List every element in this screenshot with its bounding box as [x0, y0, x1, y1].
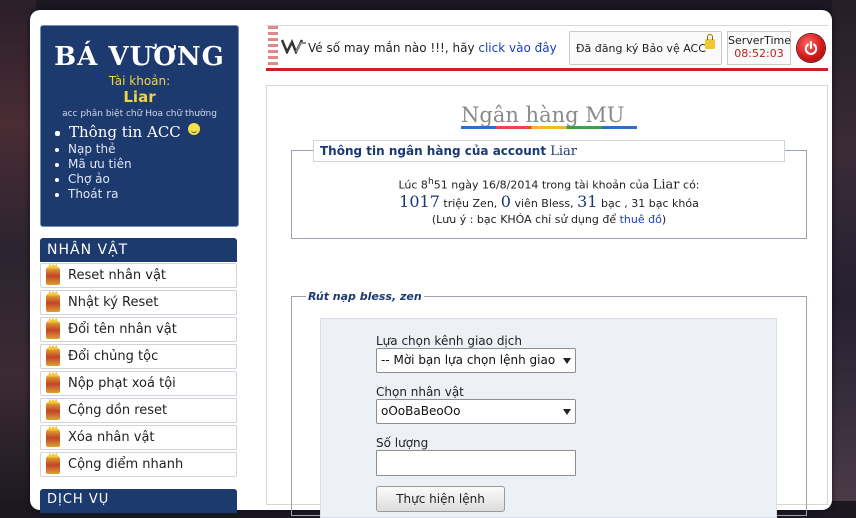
zen-value: 1017 — [399, 192, 440, 211]
bank-note-suffix: ) — [661, 213, 667, 226]
amount-label: Số lượng — [376, 436, 429, 450]
menu-item-quick-points[interactable]: Cộng điểm nhanh — [40, 452, 237, 477]
brand-title: BÁ VƯƠNG — [54, 42, 225, 72]
account-caption: Tài khoản: — [108, 74, 171, 88]
menu-item-reset[interactable]: Reset nhân vật — [40, 263, 237, 288]
king-icon — [46, 293, 60, 312]
lottery-text: Vé số may mắn nào !!!, hãy — [308, 41, 475, 55]
menu-item-label: Cộng dồn reset — [68, 403, 168, 418]
king-icon — [46, 455, 60, 474]
timestamp-suffix: có: — [683, 178, 700, 192]
channel-select[interactable]: -- Mời bạn lựa chọn lệnh giao — [376, 348, 576, 373]
channel-label: Lựa chọn kênh giao dịch — [376, 334, 522, 348]
bank-info-legend-text: Thông tin ngân hàng của account — [320, 144, 547, 158]
dropdown-arrow-icon — [563, 409, 571, 415]
account-panel: BÁ VƯƠNG Tài khoản: Liar acc phân biệt c… — [40, 25, 239, 227]
menu-item-pay-fine[interactable]: Nộp phạt xoá tội — [40, 371, 237, 396]
character-menu: Reset nhân vật Nhật ký Reset Đổi tên nhâ… — [40, 263, 237, 479]
amount-input[interactable] — [376, 450, 576, 476]
king-icon — [46, 401, 60, 420]
bullet-icon — [55, 130, 60, 136]
timestamp-rest: 51 ngày 16/8/2014 trong tài khoản của — [433, 178, 650, 192]
account-menu-topup-label: Nạp thẻ — [68, 142, 116, 156]
bank-balances: 1017 triệu Zen, 0 viên Bless, 31 bạc , 3… — [291, 192, 807, 211]
lottery-link[interactable]: click vào đây — [478, 41, 556, 55]
account-protection-badge[interactable]: Đã đăng ký Bảo vệ ACC — [569, 31, 722, 65]
bullet-icon — [55, 192, 59, 197]
server-time-value: 08:52:03 — [734, 47, 784, 60]
locked-silver: 31 bạc khóa — [631, 197, 699, 210]
menu-item-reset-log[interactable]: Nhật ký Reset — [40, 290, 237, 315]
background-right — [832, 0, 856, 501]
title-underline — [461, 126, 637, 129]
bless-unit: viên Bless, — [514, 197, 574, 210]
account-note: acc phân biệt chữ Hoa chữ thường — [62, 109, 217, 119]
account-menu: Thông tin ACC Nạp thẻ Mã ưu tiên Chợ ảo … — [55, 123, 238, 202]
bank-note: (Lưu ý : bạc KHÓA chỉ sử dụng để thuê đồ… — [291, 213, 807, 226]
menu-item-delete-character[interactable]: Xóa nhân vật — [40, 425, 237, 450]
withdraw-legend: Rút nạp bless, zen — [306, 289, 424, 304]
services-menu-title: DỊCH VỤ — [40, 489, 237, 513]
king-icon — [46, 266, 60, 285]
menu-item-rename[interactable]: Đổi tên nhân vật — [40, 317, 237, 342]
account-menu-priority-label: Mã ưu tiên — [68, 157, 132, 171]
account-protection-text: Đã đăng ký Bảo vệ ACC — [576, 42, 706, 55]
menu-item-change-race[interactable]: Đổi chủng tộc — [40, 344, 237, 369]
timestamp-hour: Lúc 8 — [398, 178, 428, 192]
power-icon[interactable] — [797, 34, 825, 62]
submit-button[interactable]: Thực hiện lệnh — [376, 486, 505, 512]
king-icon — [46, 374, 60, 393]
account-menu-topup[interactable]: Nạp thẻ — [55, 142, 238, 157]
silver-value: 31 — [577, 192, 598, 211]
account-menu-priority[interactable]: Mã ưu tiên — [55, 157, 238, 172]
lottery-banner: Vé số may mắn nào !!!, hãy click vào đây — [308, 41, 557, 55]
character-select-value: oOoBaBeoOo — [381, 404, 461, 418]
lottery-logo-icon — [281, 38, 306, 54]
character-select[interactable]: oOoBaBeoOo — [376, 399, 576, 424]
page-title: Ngân hàng MU — [461, 103, 625, 127]
account-menu-logout-label: Thoát ra — [68, 187, 119, 201]
zen-unit: triệu Zen, — [443, 197, 498, 210]
account-menu-logout[interactable]: Thoát ra — [55, 187, 238, 202]
account-menu-market[interactable]: Chợ ảo — [55, 172, 238, 187]
ribbon-decoration — [268, 26, 278, 68]
lock-icon — [705, 34, 715, 49]
character-label: Chọn nhân vật — [376, 385, 464, 399]
menu-item-label: Cộng điểm nhanh — [68, 457, 184, 472]
menu-item-label: Nhật ký Reset — [68, 295, 159, 310]
timestamp-account: Liar — [652, 177, 680, 193]
bank-info-legend: Thông tin ngân hàng của account Liar — [313, 140, 785, 162]
menu-item-label: Nộp phạt xoá tội — [68, 376, 176, 391]
menu-item-label: Đổi chủng tộc — [68, 349, 159, 364]
channel-select-value: -- Mời bạn lựa chọn lệnh giao — [381, 353, 556, 367]
menu-item-label: Xóa nhân vật — [68, 430, 155, 445]
menu-item-label: Reset nhân vật — [68, 268, 167, 283]
bank-note-text: (Lưu ý : bạc KHÓA chỉ sử dụng để — [431, 213, 617, 226]
bullet-icon — [55, 162, 59, 167]
server-time-label: ServerTime — [728, 34, 791, 47]
character-menu-title: NHÂN VẬT — [40, 238, 237, 262]
smiley-icon — [187, 123, 200, 135]
top-bar-accent-line — [266, 68, 828, 71]
power-symbol-icon — [804, 41, 818, 55]
menu-item-accumulate-reset[interactable]: Cộng dồn reset — [40, 398, 237, 423]
bless-value: 0 — [500, 192, 511, 211]
account-menu-info-label: Thông tin ACC — [69, 123, 181, 141]
king-icon — [46, 347, 60, 366]
bullet-icon — [55, 147, 59, 152]
menu-item-label: Đổi tên nhân vật — [68, 322, 177, 337]
account-username: Liar — [123, 88, 156, 106]
server-time-box: ServerTime 08:52:03 — [727, 31, 791, 65]
king-icon — [46, 428, 60, 447]
bank-info-legend-account: Liar — [550, 144, 578, 159]
king-icon — [46, 320, 60, 339]
account-menu-market-label: Chợ ảo — [68, 172, 110, 186]
silver-unit: bạc , — [600, 197, 628, 210]
rent-items-link[interactable]: thuê đồ — [620, 213, 662, 226]
bank-info-timestamp: Lúc 8h51 ngày 16/8/2014 trong tài khoản … — [291, 176, 807, 193]
dropdown-arrow-icon — [563, 358, 571, 364]
bullet-icon — [55, 177, 59, 182]
account-menu-info[interactable]: Thông tin ACC — [55, 123, 238, 142]
